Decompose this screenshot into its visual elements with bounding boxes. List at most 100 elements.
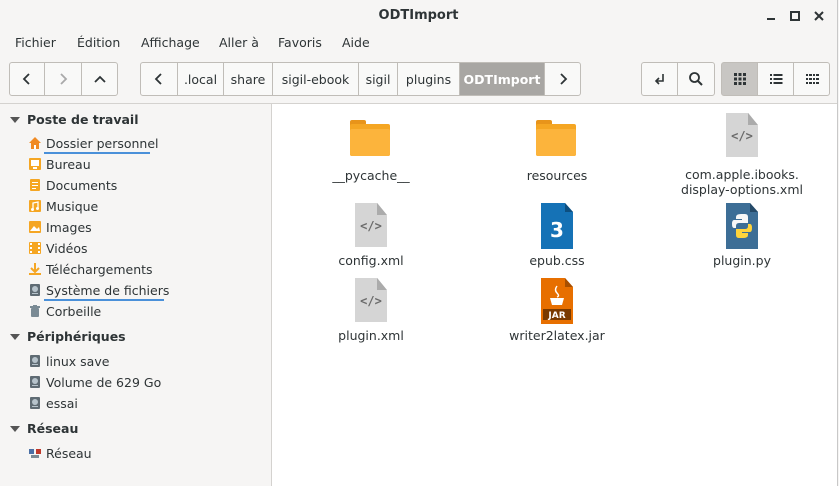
sidebar-item-label: Documents (46, 177, 118, 193)
menu-favoris[interactable]: Favoris (278, 35, 322, 50)
chevron-left-icon (154, 73, 162, 85)
parent-folder-button[interactable] (81, 62, 118, 96)
chevron-up-icon (93, 75, 106, 83)
trash-icon (28, 304, 42, 318)
sidebar-item-label: Images (46, 219, 92, 235)
menu-fichier[interactable]: Fichier (15, 35, 56, 50)
menu-edition[interactable]: Édition (77, 35, 120, 50)
list-view-icon (769, 74, 782, 84)
sidebar: Poste de travail Dossier personnel Burea… (0, 104, 272, 486)
file-name: plugin.py (713, 253, 771, 268)
sidebar-item-label: Musique (46, 198, 99, 214)
menubar: Fichier Édition Affichage Aller à Favori… (0, 32, 837, 54)
chevron-right-icon (559, 73, 567, 85)
sidebar-item-reseau[interactable]: Réseau (28, 443, 92, 463)
back-button[interactable] (9, 62, 45, 96)
svg-text:JAR: JAR (547, 311, 565, 321)
sidebar-item-label: Vidéos (46, 240, 88, 256)
drive-icon (28, 283, 42, 297)
file-item-ibooks-xml[interactable]: </> com.apple.ibooks. display-options.xm… (675, 113, 809, 197)
expand-triangle-icon (10, 425, 20, 432)
sidebar-item-label: Réseau (46, 445, 92, 461)
expand-triangle-icon (10, 333, 20, 340)
jar-file-icon: JAR (534, 278, 580, 324)
section-poste-de-travail[interactable]: Poste de travail (10, 112, 139, 127)
path-scroll-left-button[interactable] (140, 62, 178, 96)
path-scroll-right-button[interactable] (544, 62, 581, 96)
sidebar-item-musique[interactable]: Musique (28, 196, 98, 216)
sidebar-item-label: Système de fichiers (46, 282, 170, 298)
file-item-config-xml[interactable]: </> config.xml (306, 203, 436, 268)
file-name: __pycache__ (332, 168, 410, 183)
path-segment-plugins[interactable]: plugins (397, 62, 460, 96)
section-title: Périphériques (27, 329, 126, 344)
sidebar-item-systeme-de-fichiers[interactable]: Système de fichiers (28, 280, 170, 301)
path-segment-local[interactable]: .local (177, 62, 224, 96)
search-button[interactable] (677, 62, 715, 96)
sidebar-item-label: Dossier personnel (46, 135, 159, 151)
minimize-icon[interactable] (764, 8, 778, 24)
file-item-plugin-xml[interactable]: </> plugin.xml (306, 278, 436, 343)
chevron-left-icon (22, 73, 30, 85)
toggle-location-button[interactable] (641, 62, 678, 96)
list-view-button[interactable] (757, 62, 794, 96)
sidebar-item-label: linux save (46, 353, 110, 369)
file-view: __pycache__ resources </> com.apple.iboo… (272, 104, 837, 486)
window-title: ODTImport (378, 8, 459, 23)
menu-aller-a[interactable]: Aller à (219, 35, 259, 50)
sidebar-item-essai[interactable]: essai (28, 393, 78, 413)
sidebar-item-label: Bureau (46, 156, 91, 172)
forward-button[interactable] (44, 62, 82, 96)
toolbar: .local share sigil-ebook sigil plugins O… (0, 54, 837, 104)
background-strip (0, 486, 839, 492)
file-item-plugin-py[interactable]: plugin.py (677, 203, 807, 268)
file-name: plugin.xml (338, 328, 404, 343)
network-icon (28, 446, 42, 460)
path-segment-odtimport[interactable]: ODTImport (459, 62, 545, 96)
file-item-epub-css[interactable]: 3 epub.css (492, 203, 622, 268)
path-segment-sigil[interactable]: sigil (358, 62, 398, 96)
pictures-icon (28, 220, 42, 234)
icon-view-button[interactable] (721, 62, 758, 96)
search-icon (689, 72, 703, 86)
file-item-pycache[interactable]: __pycache__ (306, 118, 436, 183)
section-title: Réseau (27, 421, 79, 436)
sidebar-item-volume-629[interactable]: Volume de 629 Go (28, 372, 161, 392)
sidebar-item-dossier-personnel[interactable]: Dossier personnel (28, 133, 159, 154)
file-item-writer2latex-jar[interactable]: JAR writer2latex.jar (492, 278, 622, 343)
sidebar-item-linux-save[interactable]: linux save (28, 351, 109, 371)
path-segment-sigil-ebook[interactable]: sigil-ebook (272, 62, 359, 96)
xml-file-icon: </> (719, 113, 765, 157)
svg-text:3: 3 (550, 218, 564, 242)
path-segment-share[interactable]: share (223, 62, 273, 96)
python-file-icon (719, 203, 765, 249)
compact-view-button[interactable] (793, 62, 830, 96)
menu-aide[interactable]: Aide (342, 35, 370, 50)
section-reseau[interactable]: Réseau (10, 421, 78, 436)
chevron-right-icon (60, 73, 68, 85)
sidebar-item-label: Volume de 629 Go (46, 374, 162, 390)
file-name: resources (526, 168, 588, 183)
grid-view-icon (733, 73, 746, 85)
sidebar-item-videos[interactable]: Vidéos (28, 238, 88, 258)
file-name: epub.css (529, 253, 585, 268)
file-item-resources[interactable]: resources (492, 118, 622, 183)
sidebar-item-corbeille[interactable]: Corbeille (28, 301, 101, 321)
titlebar: ODTImport (0, 0, 837, 32)
sidebar-item-bureau[interactable]: Bureau (28, 154, 91, 174)
location-entry-icon (654, 74, 664, 85)
sidebar-item-label: Corbeille (46, 303, 102, 319)
videos-icon (28, 241, 42, 255)
sidebar-item-images[interactable]: Images (28, 217, 92, 237)
section-peripheriques[interactable]: Périphériques (10, 329, 126, 344)
close-icon[interactable] (812, 8, 826, 24)
folder-icon (348, 118, 394, 162)
menu-affichage[interactable]: Affichage (141, 35, 200, 50)
download-icon (28, 262, 42, 276)
sidebar-item-documents[interactable]: Documents (28, 175, 117, 195)
sidebar-item-label: essai (46, 395, 78, 411)
maximize-icon[interactable] (788, 8, 802, 24)
file-name: config.xml (338, 253, 404, 268)
desktop-icon (28, 157, 42, 171)
sidebar-item-telechargements[interactable]: Téléchargements (28, 259, 153, 279)
